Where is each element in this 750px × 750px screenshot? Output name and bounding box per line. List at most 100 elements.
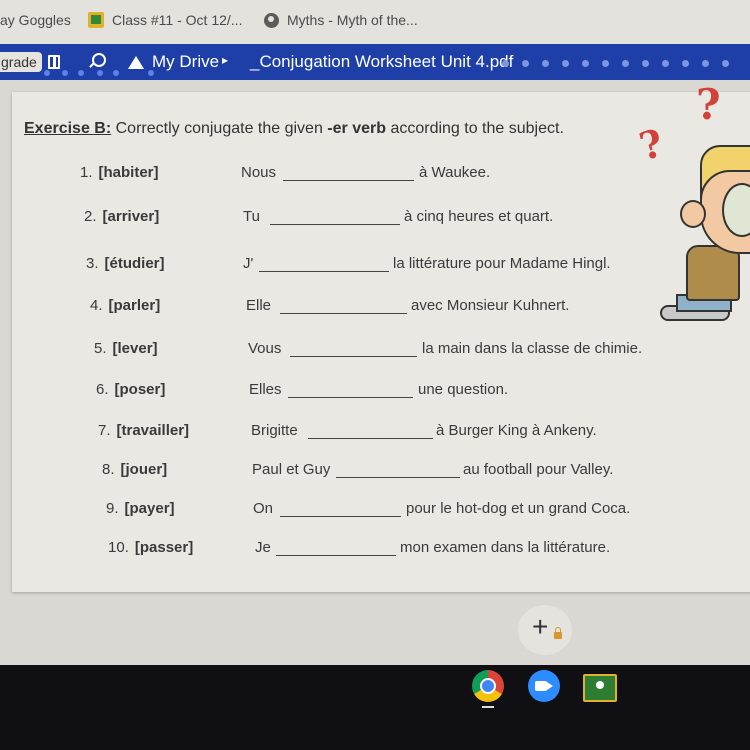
- touch-dot: [722, 60, 729, 67]
- plus-icon: +: [532, 611, 549, 642]
- touch-dot: [44, 70, 50, 76]
- touch-dot: [113, 70, 119, 76]
- item-number-verb: 1. [habiter]: [80, 164, 159, 181]
- touch-dot: [622, 60, 629, 67]
- item-sentence-end: à Burger King à Ankeny.: [436, 422, 597, 439]
- item-verb: [parler]: [108, 297, 161, 314]
- item-sentence-end: à cinq heures et quart.: [404, 208, 554, 225]
- item-verb: [étudier]: [104, 255, 165, 272]
- touch-dot: [97, 70, 103, 76]
- item-subject: On: [253, 500, 274, 517]
- add-button[interactable]: +: [518, 605, 572, 655]
- cartoon-boy-body: [686, 245, 740, 301]
- item-sentence-end: pour le hot-dog et un grand Coca.: [406, 500, 631, 517]
- touch-dot: [562, 60, 569, 67]
- touch-dot: [702, 60, 709, 67]
- item-subject: Nous: [241, 164, 277, 181]
- item-sentence-end: au football pour Valley.: [463, 461, 614, 478]
- item-number: 3.: [86, 255, 99, 272]
- item-number-verb: 2. [arriver]: [84, 208, 159, 225]
- item-subject: Vous: [248, 340, 282, 357]
- item-sentence-end: avec Monsieur Kuhnert.: [411, 297, 570, 314]
- bookmark-class[interactable]: Class #11 - Oct 12/...: [88, 12, 242, 28]
- item-verb: [travailler]: [116, 422, 190, 439]
- item-number-verb: 8. [jouer]: [102, 461, 167, 478]
- bookmarks-bar: ay Goggles Class #11 - Oct 12/... Myths …: [0, 0, 750, 44]
- bookmark-goggles[interactable]: ay Goggles: [0, 12, 71, 28]
- touch-dot: [682, 60, 689, 67]
- item-number-verb: 4. [parler]: [90, 297, 160, 314]
- zoom-icon[interactable]: [528, 670, 560, 702]
- item-number: 4.: [90, 297, 103, 314]
- item-number-verb: 6. [poser]: [96, 381, 165, 398]
- item-subject: J': [243, 255, 254, 272]
- side-panel-icon[interactable]: [48, 55, 60, 69]
- bookmark-label: ay Goggles: [0, 12, 71, 28]
- touch-dot: [78, 70, 84, 76]
- answer-blank[interactable]: [270, 208, 400, 225]
- chrome-icon[interactable]: [472, 670, 504, 702]
- item-subject: Brigitte: [251, 422, 298, 439]
- touch-dot: [542, 60, 549, 67]
- question-mark-icon: ?: [696, 80, 721, 129]
- item-sentence-end: la main dans la classe de chimie.: [422, 340, 643, 357]
- item-number: 7.: [98, 422, 111, 439]
- instruction-text: Correctly conjugate the given: [111, 120, 328, 137]
- breadcrumb-chevron-icon: ▸: [222, 53, 229, 67]
- bookmark-label: Myths - Myth of the...: [287, 12, 418, 28]
- item-number: 2.: [84, 208, 97, 225]
- item-number-verb: 10. [passer]: [108, 539, 193, 556]
- answer-blank[interactable]: [276, 539, 396, 556]
- google-classroom-icon[interactable]: [583, 674, 617, 702]
- touch-dot: [582, 60, 589, 67]
- answer-blank[interactable]: [336, 461, 460, 478]
- item-sentence-end: la littérature pour Madame Hingl.: [393, 255, 611, 272]
- item-verb: [passer]: [134, 539, 194, 556]
- item-subject: Tu: [243, 208, 260, 225]
- globe-icon: [264, 12, 279, 28]
- answer-blank[interactable]: [280, 500, 401, 517]
- item-number: 10.: [108, 539, 129, 556]
- cartoon-boy-ear: [680, 200, 706, 228]
- touch-dot: [602, 60, 609, 67]
- item-subject: Elles: [249, 381, 282, 398]
- item-number-verb: 9. [payer]: [106, 500, 175, 517]
- answer-blank[interactable]: [280, 297, 407, 314]
- exercise-label: Exercise B:: [24, 120, 112, 137]
- item-number-verb: 3. [étudier]: [86, 255, 165, 272]
- touch-dot: [662, 60, 669, 67]
- answer-blank[interactable]: [290, 340, 417, 357]
- item-number: 8.: [102, 461, 115, 478]
- item-verb: [lever]: [112, 340, 158, 357]
- search-icon[interactable]: [92, 53, 106, 67]
- running-indicator: [482, 706, 494, 708]
- touch-dot: [502, 60, 509, 67]
- answer-blank[interactable]: [288, 381, 413, 398]
- item-subject: Paul et Guy: [252, 461, 331, 478]
- bookmark-label: Class #11 - Oct 12/...: [112, 12, 243, 28]
- item-number: 1.: [80, 164, 93, 181]
- item-number: 5.: [94, 340, 107, 357]
- touch-dot: [522, 60, 529, 67]
- bookmark-myths[interactable]: Myths - Myth of the...: [264, 12, 418, 28]
- item-number: 6.: [96, 381, 109, 398]
- grade-button[interactable]: grade: [0, 52, 42, 72]
- answer-blank[interactable]: [308, 422, 433, 439]
- touch-dots: [502, 60, 729, 67]
- touch-dot: [642, 60, 649, 67]
- classroom-icon: [88, 12, 104, 28]
- google-drive-icon: [128, 56, 144, 69]
- answer-blank[interactable]: [283, 164, 414, 181]
- item-number: 9.: [106, 500, 119, 517]
- item-verb: [habiter]: [98, 164, 159, 181]
- item-verb: [poser]: [114, 381, 166, 398]
- item-sentence-end: mon examen dans la littérature.: [400, 539, 611, 556]
- lock-icon: [554, 627, 562, 639]
- item-verb: [jouer]: [120, 461, 168, 478]
- breadcrumb-my-drive[interactable]: My Drive: [152, 52, 219, 72]
- answer-blank[interactable]: [259, 255, 389, 272]
- item-subject: Elle: [246, 297, 272, 314]
- item-verb: [payer]: [124, 500, 175, 517]
- item-verb: [arriver]: [102, 208, 160, 225]
- item-number-verb: 7. [travailler]: [98, 422, 189, 439]
